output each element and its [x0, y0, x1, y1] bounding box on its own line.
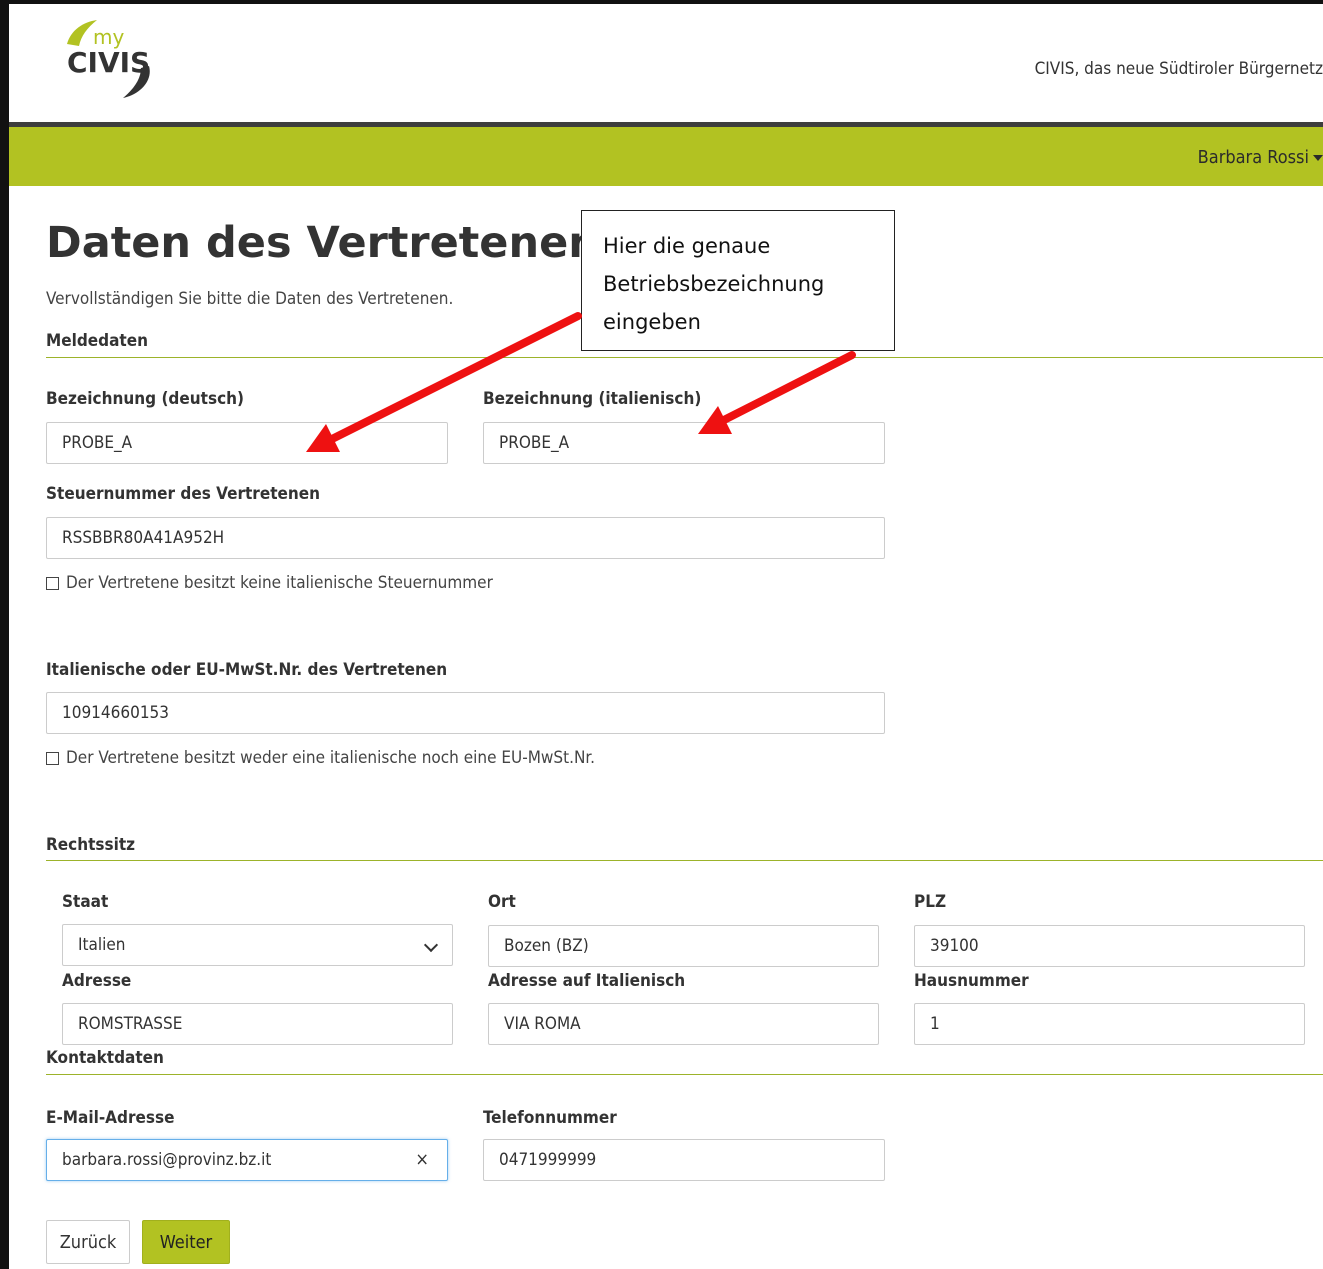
- arrow-to-name-de: [306, 312, 582, 452]
- arrow-to-name-it: [698, 351, 856, 434]
- annotation-arrows: [306, 312, 856, 452]
